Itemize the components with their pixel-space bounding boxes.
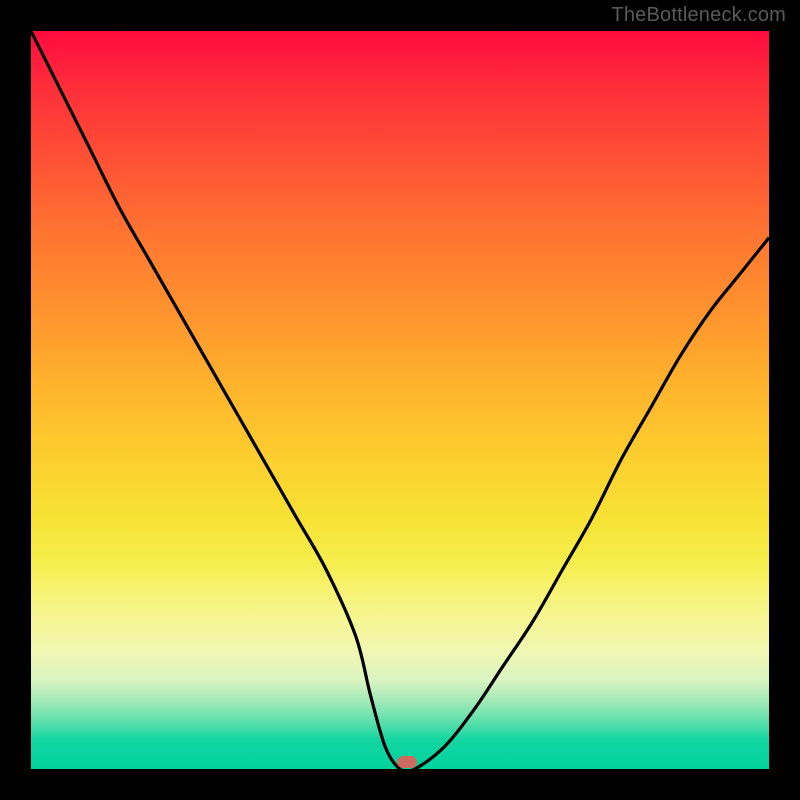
bottleneck-curve — [31, 31, 769, 769]
curve-svg — [31, 31, 769, 769]
chart-frame: TheBottleneck.com — [0, 0, 800, 800]
plot-area — [31, 31, 769, 769]
minimum-marker — [397, 756, 417, 768]
watermark-text: TheBottleneck.com — [611, 4, 786, 27]
